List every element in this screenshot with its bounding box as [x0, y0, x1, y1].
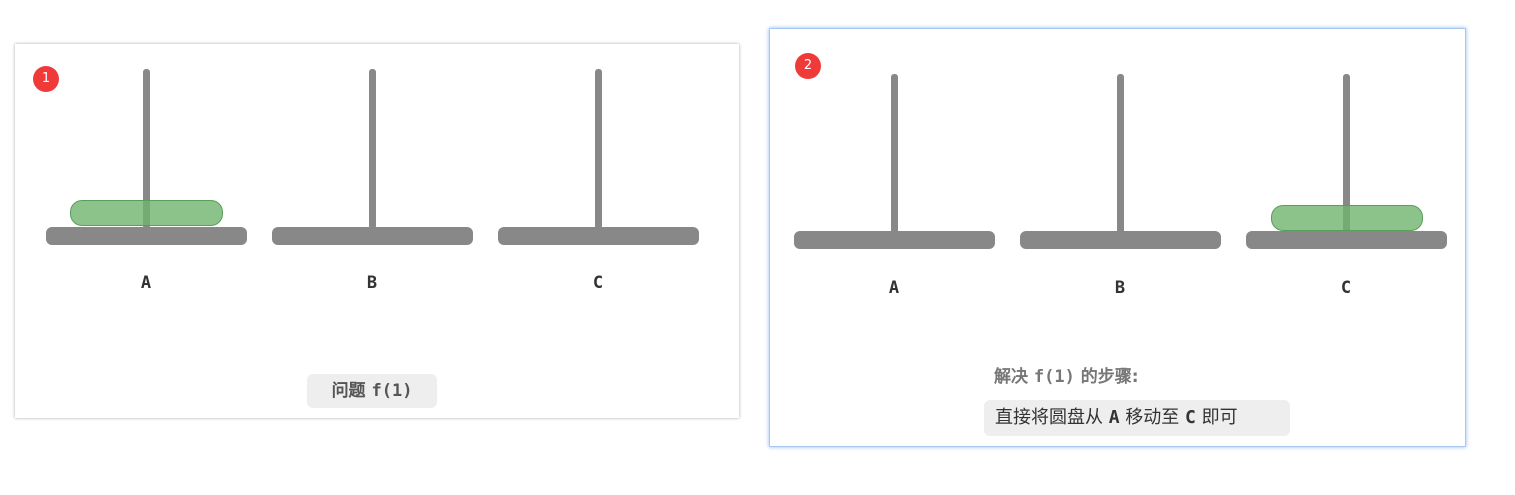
step-text: 直接将圆盘从 [995, 407, 1109, 428]
peg-label-c: C [1340, 278, 1352, 298]
base-b [1020, 231, 1221, 249]
caption-code: f(1) [371, 381, 413, 401]
disk [70, 200, 223, 226]
base-c [498, 227, 699, 245]
step-from-peg: A [1108, 407, 1120, 428]
rod-c [595, 69, 602, 229]
steps-title-code: f(1) [1033, 367, 1075, 387]
panel-problem: 1 A B C 问题 f(1) [15, 44, 739, 418]
rod-b [1117, 74, 1124, 234]
step-text: 即可 [1195, 407, 1238, 428]
base-c [1246, 231, 1447, 249]
rod-a [891, 74, 898, 234]
peg-label-b: B [1114, 278, 1126, 298]
caption-text: 问题 [331, 381, 372, 401]
panel-solution: 2 A B C 解决 f(1) 的步骤: 直接将圆盘从 A 移动至 C 即可 [769, 28, 1466, 447]
steps-title-suffix: 的步骤: [1074, 367, 1139, 387]
step-badge: 1 [33, 66, 59, 92]
step-text: 移动至 [1119, 407, 1186, 428]
step-badge: 2 [795, 53, 821, 79]
disk [1271, 205, 1423, 231]
base-b [272, 227, 473, 245]
peg-label-a: A [888, 278, 900, 298]
peg-label-c: C [592, 273, 604, 293]
peg-label-b: B [366, 273, 378, 293]
peg-label-a: A [140, 273, 152, 293]
problem-caption: 问题 f(1) [307, 374, 437, 408]
rod-b [369, 69, 376, 229]
step-to-peg: C [1185, 407, 1196, 428]
step-instruction: 直接将圆盘从 A 移动至 C 即可 [984, 400, 1290, 436]
steps-title-text: 解决 [994, 367, 1034, 387]
base-a [794, 231, 995, 249]
base-a [46, 227, 247, 245]
steps-title: 解决 f(1) 的步骤: [994, 362, 1139, 387]
